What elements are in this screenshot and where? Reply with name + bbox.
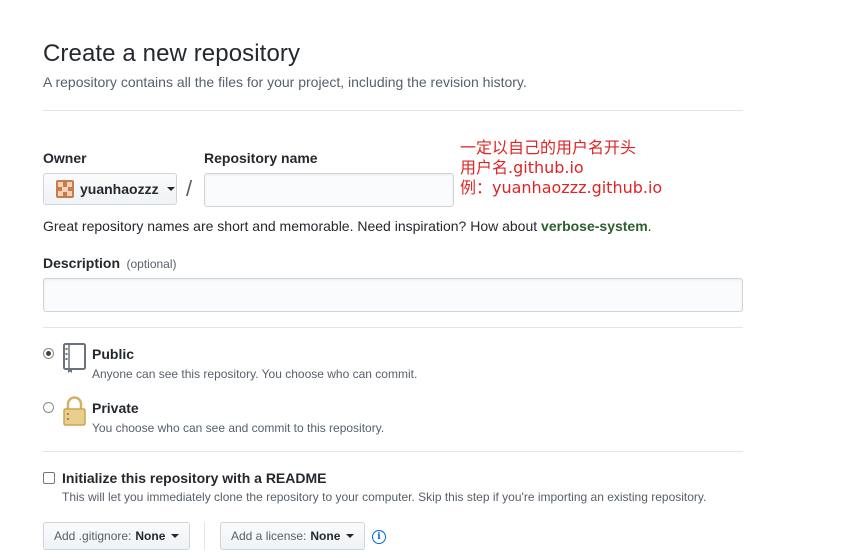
private-option-note: You choose who can see and commit to thi… [92, 421, 385, 435]
page-title: Create a new repository [43, 40, 301, 67]
name-suggestion-link[interactable]: verbose-system [541, 218, 648, 234]
public-option-title: Public [92, 346, 135, 362]
divider [43, 327, 743, 328]
readme-checkbox[interactable] [43, 472, 55, 484]
description-input[interactable] [43, 278, 743, 312]
license-label: Add a license: [231, 529, 307, 543]
divider [43, 110, 743, 111]
hint-text: Great repository names are short and mem… [43, 218, 542, 234]
repository-name-hint: Great repository names are short and mem… [43, 218, 652, 234]
caret-down-icon [171, 534, 180, 538]
readme-option-title: Initialize this repository with a README [62, 470, 327, 486]
hint-suffix: . [647, 218, 652, 234]
gitignore-label: Add .gitignore: [54, 529, 132, 543]
vertical-divider [204, 522, 205, 550]
annotation-line-3: 例：yuanhaozzz.github.io [460, 178, 663, 197]
license-value: None [310, 529, 341, 543]
description-optional-note: (optional) [126, 257, 177, 271]
public-radio[interactable] [43, 348, 54, 359]
annotation-line-1: 一定以自己的用户名开头 [460, 138, 637, 157]
owner-avatar-icon [56, 180, 74, 198]
description-label-row: Description (optional) [43, 255, 177, 273]
owner-select-button[interactable]: yuanhaozzz [43, 173, 177, 205]
caret-down-icon [346, 534, 355, 538]
license-select-button[interactable]: Add a license: None [220, 522, 366, 550]
private-radio[interactable] [43, 402, 54, 413]
private-option-title: Private [92, 400, 139, 416]
owner-repo-separator: / [186, 176, 193, 201]
gitignore-value: None [135, 529, 166, 543]
description-label: Description [43, 255, 121, 271]
repository-name-label: Repository name [204, 150, 318, 166]
owner-label: Owner [43, 150, 87, 166]
repo-book-icon [63, 343, 86, 373]
gitignore-select-button[interactable]: Add .gitignore: None [43, 522, 191, 550]
info-icon[interactable]: i [372, 530, 386, 544]
page-subtitle: A repository contains all the files for … [43, 74, 527, 90]
repository-name-input[interactable] [204, 173, 454, 207]
divider [43, 451, 743, 452]
annotation-line-2: 用户名.github.io [460, 158, 584, 177]
readme-option-note: This will let you immediately clone the … [62, 490, 707, 504]
owner-name: yuanhaozzz [80, 181, 159, 197]
caret-down-icon [166, 187, 175, 191]
lock-icon [63, 396, 86, 426]
public-option-note: Anyone can see this repository. You choo… [92, 367, 418, 381]
